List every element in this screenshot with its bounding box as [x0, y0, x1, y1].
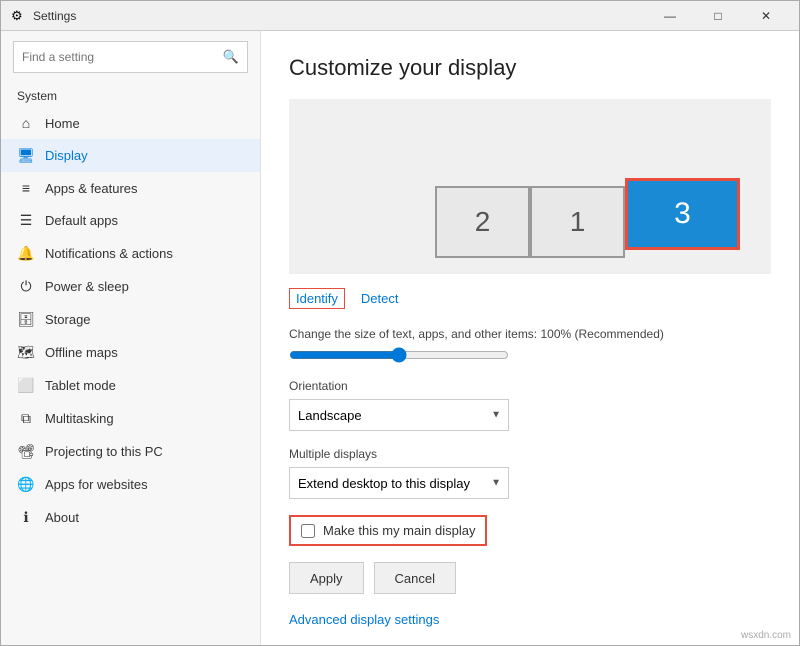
orientation-select[interactable]: Landscape Portrait Landscape (flipped) P…: [289, 399, 509, 431]
sidebar-item-storage[interactable]: 🗄 Storage: [1, 303, 260, 336]
watermark: wsxdn.com: [741, 630, 791, 641]
maximize-button[interactable]: □: [695, 1, 741, 31]
sidebar-item-tablet-mode[interactable]: ⬜ Tablet mode: [1, 369, 260, 402]
storage-icon: 🗄: [17, 311, 35, 328]
apps-websites-icon: 🌐: [17, 476, 35, 493]
sidebar-item-multitasking[interactable]: ⧉ Multitasking: [1, 402, 260, 435]
sidebar-item-storage-label: Storage: [45, 312, 91, 327]
page-title: Customize your display: [289, 55, 771, 81]
identify-button[interactable]: Identify: [289, 288, 345, 309]
make-main-label[interactable]: Make this my main display: [323, 523, 475, 538]
display-icon: 🖥: [17, 147, 35, 164]
sidebar-item-apps-websites-label: Apps for websites: [45, 477, 148, 492]
monitor-container: 2 1 3: [435, 186, 625, 258]
about-icon: ℹ: [17, 509, 35, 526]
sidebar-item-tablet-mode-label: Tablet mode: [45, 378, 116, 393]
sidebar-item-apps-features-label: Apps & features: [45, 181, 138, 196]
tablet-mode-icon: ⬜: [17, 377, 35, 394]
projecting-icon: 📽: [17, 443, 35, 460]
sidebar-item-projecting[interactable]: 📽 Projecting to this PC: [1, 435, 260, 468]
multiple-displays-select[interactable]: Extend desktop to this display Duplicate…: [289, 467, 509, 499]
orientation-label: Orientation: [289, 379, 771, 393]
home-icon: ⌂: [17, 115, 35, 131]
multiple-displays-select-wrapper: Extend desktop to this display Duplicate…: [289, 467, 509, 499]
multiple-displays-setting: Multiple displays Extend desktop to this…: [289, 447, 771, 499]
settings-window: ⚙ Settings — □ ✕ 🔍 System ⌂ Home 🖥 Displ…: [0, 0, 800, 646]
apply-button[interactable]: Apply: [289, 562, 364, 594]
main-content: 🔍 System ⌂ Home 🖥 Display ≡ Apps & featu…: [1, 31, 799, 645]
sidebar-item-default-apps[interactable]: ☰ Default apps: [1, 204, 260, 237]
orientation-setting: Orientation Landscape Portrait Landscape…: [289, 379, 771, 431]
window-controls: — □ ✕: [647, 1, 789, 31]
monitor-2-label: 2: [475, 206, 491, 238]
scale-slider[interactable]: [289, 347, 509, 363]
sidebar-item-power-sleep[interactable]: ⏻ Power & sleep: [1, 270, 260, 303]
cancel-button[interactable]: Cancel: [374, 562, 456, 594]
make-main-display-row: Make this my main display: [289, 515, 487, 546]
monitor-3[interactable]: 3: [625, 178, 740, 250]
sidebar-item-multitasking-label: Multitasking: [45, 411, 114, 426]
offline-maps-icon: 🗺: [17, 344, 35, 361]
orientation-select-wrapper: Landscape Portrait Landscape (flipped) P…: [289, 399, 509, 431]
sidebar-item-offline-maps-label: Offline maps: [45, 345, 118, 360]
identify-detect-row: Identify Detect: [289, 288, 771, 309]
sidebar-item-apps-websites[interactable]: 🌐 Apps for websites: [1, 468, 260, 501]
sidebar-item-offline-maps[interactable]: 🗺 Offline maps: [1, 336, 260, 369]
monitor-1[interactable]: 1: [530, 186, 625, 258]
search-input[interactable]: [22, 50, 223, 64]
sidebar-item-projecting-label: Projecting to this PC: [45, 444, 163, 459]
scale-setting: Change the size of text, apps, and other…: [289, 327, 771, 363]
sidebar-item-display-label: Display: [45, 148, 88, 163]
sidebar-item-notifications[interactable]: 🔔 Notifications & actions: [1, 237, 260, 270]
detect-button[interactable]: Detect: [361, 291, 399, 306]
close-button[interactable]: ✕: [743, 1, 789, 31]
make-main-checkbox[interactable]: [301, 524, 315, 538]
sidebar-item-about[interactable]: ℹ About: [1, 501, 260, 534]
sidebar-item-notifications-label: Notifications & actions: [45, 246, 173, 261]
settings-app-icon: ⚙: [11, 8, 27, 24]
notifications-icon: 🔔: [17, 245, 35, 262]
default-apps-icon: ☰: [17, 212, 35, 229]
title-bar: ⚙ Settings — □ ✕: [1, 1, 799, 31]
slider-container: [289, 347, 771, 363]
multitasking-icon: ⧉: [17, 410, 35, 427]
scale-label: Change the size of text, apps, and other…: [289, 327, 771, 341]
window-title: Settings: [33, 9, 647, 23]
sidebar-item-about-label: About: [45, 510, 79, 525]
search-box[interactable]: 🔍: [13, 41, 248, 73]
sidebar-item-display[interactable]: 🖥 Display: [1, 139, 260, 172]
apps-features-icon: ≡: [17, 180, 35, 196]
sidebar: 🔍 System ⌂ Home 🖥 Display ≡ Apps & featu…: [1, 31, 261, 645]
monitor-2[interactable]: 2: [435, 186, 530, 258]
power-icon: ⏻: [17, 278, 35, 295]
action-buttons-row: Apply Cancel: [289, 562, 771, 594]
sidebar-item-default-apps-label: Default apps: [45, 213, 118, 228]
sidebar-item-apps-features[interactable]: ≡ Apps & features: [1, 172, 260, 204]
advanced-display-link[interactable]: Advanced display settings: [289, 612, 439, 627]
system-section-label: System: [1, 81, 260, 107]
multiple-displays-label: Multiple displays: [289, 447, 771, 461]
search-icon: 🔍: [223, 49, 239, 65]
sidebar-item-home-label: Home: [45, 116, 80, 131]
main-panel: Customize your display 2 1 3: [261, 31, 799, 645]
sidebar-item-home[interactable]: ⌂ Home: [1, 107, 260, 139]
monitor-1-label: 1: [570, 206, 586, 238]
sidebar-item-power-sleep-label: Power & sleep: [45, 279, 129, 294]
minimize-button[interactable]: —: [647, 1, 693, 31]
monitor-3-label: 3: [674, 197, 691, 231]
display-preview: 2 1 3: [289, 99, 771, 274]
